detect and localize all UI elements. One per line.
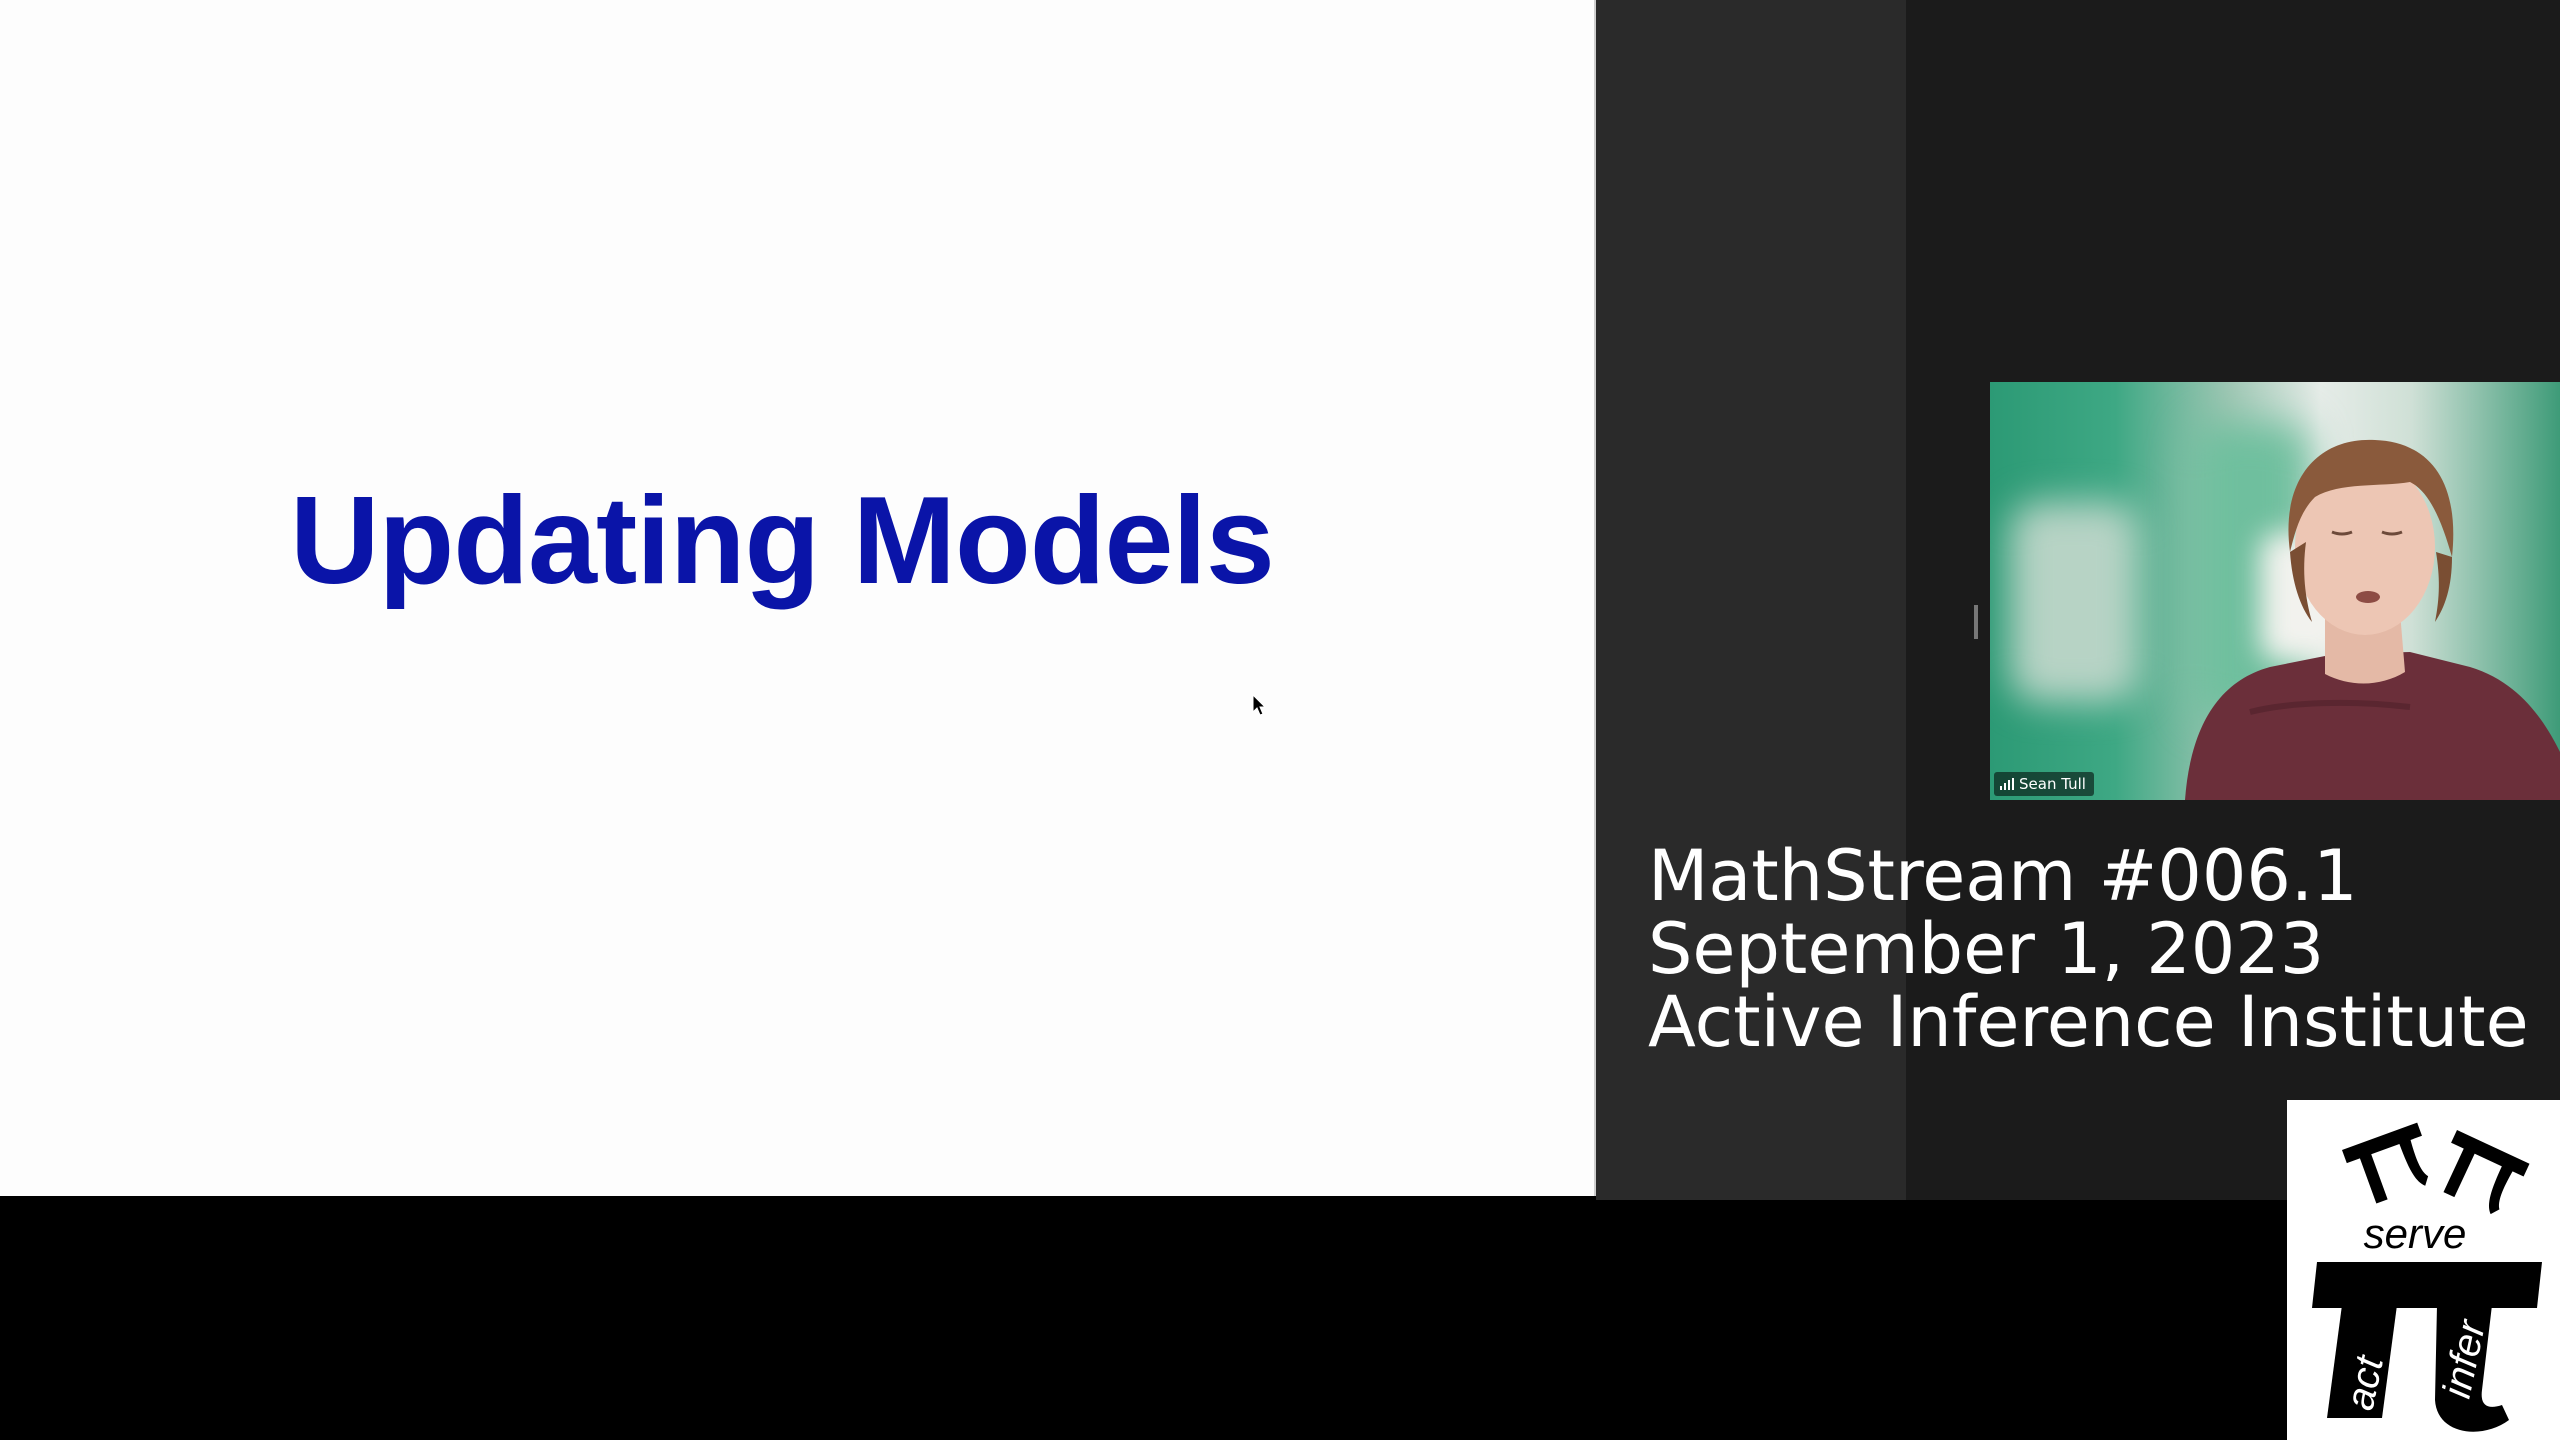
stream-title: MathStream #006.1 bbox=[1648, 835, 2358, 917]
pi-logo-icon: serve act infer bbox=[2312, 1122, 2542, 1432]
stream-screen: Updating Models Sean Tull MathStream #00… bbox=[0, 0, 2560, 1440]
shared-slide: Updating Models bbox=[0, 0, 1596, 1196]
participant-video-tile[interactable]: Sean Tull bbox=[1990, 382, 2560, 800]
active-inference-logo: serve act infer bbox=[2287, 1100, 2560, 1440]
slide-title: Updating Models bbox=[290, 472, 1275, 610]
logo-serve-text: serve bbox=[2364, 1210, 2467, 1257]
stream-organization: Active Inference Institute bbox=[1648, 981, 2529, 1063]
participant-name-label: Sean Tull bbox=[1994, 772, 2094, 796]
stream-info-overlay: MathStream #006.1 September 1, 2023 Acti… bbox=[1648, 840, 2529, 1059]
participant-name: Sean Tull bbox=[2019, 775, 2086, 793]
stream-date: September 1, 2023 bbox=[1648, 908, 2325, 990]
mouse-cursor-icon bbox=[1252, 694, 1267, 716]
participant-video-frame bbox=[2185, 439, 2560, 800]
signal-strength-icon bbox=[2000, 778, 2014, 790]
resize-handle[interactable] bbox=[1974, 605, 1978, 639]
